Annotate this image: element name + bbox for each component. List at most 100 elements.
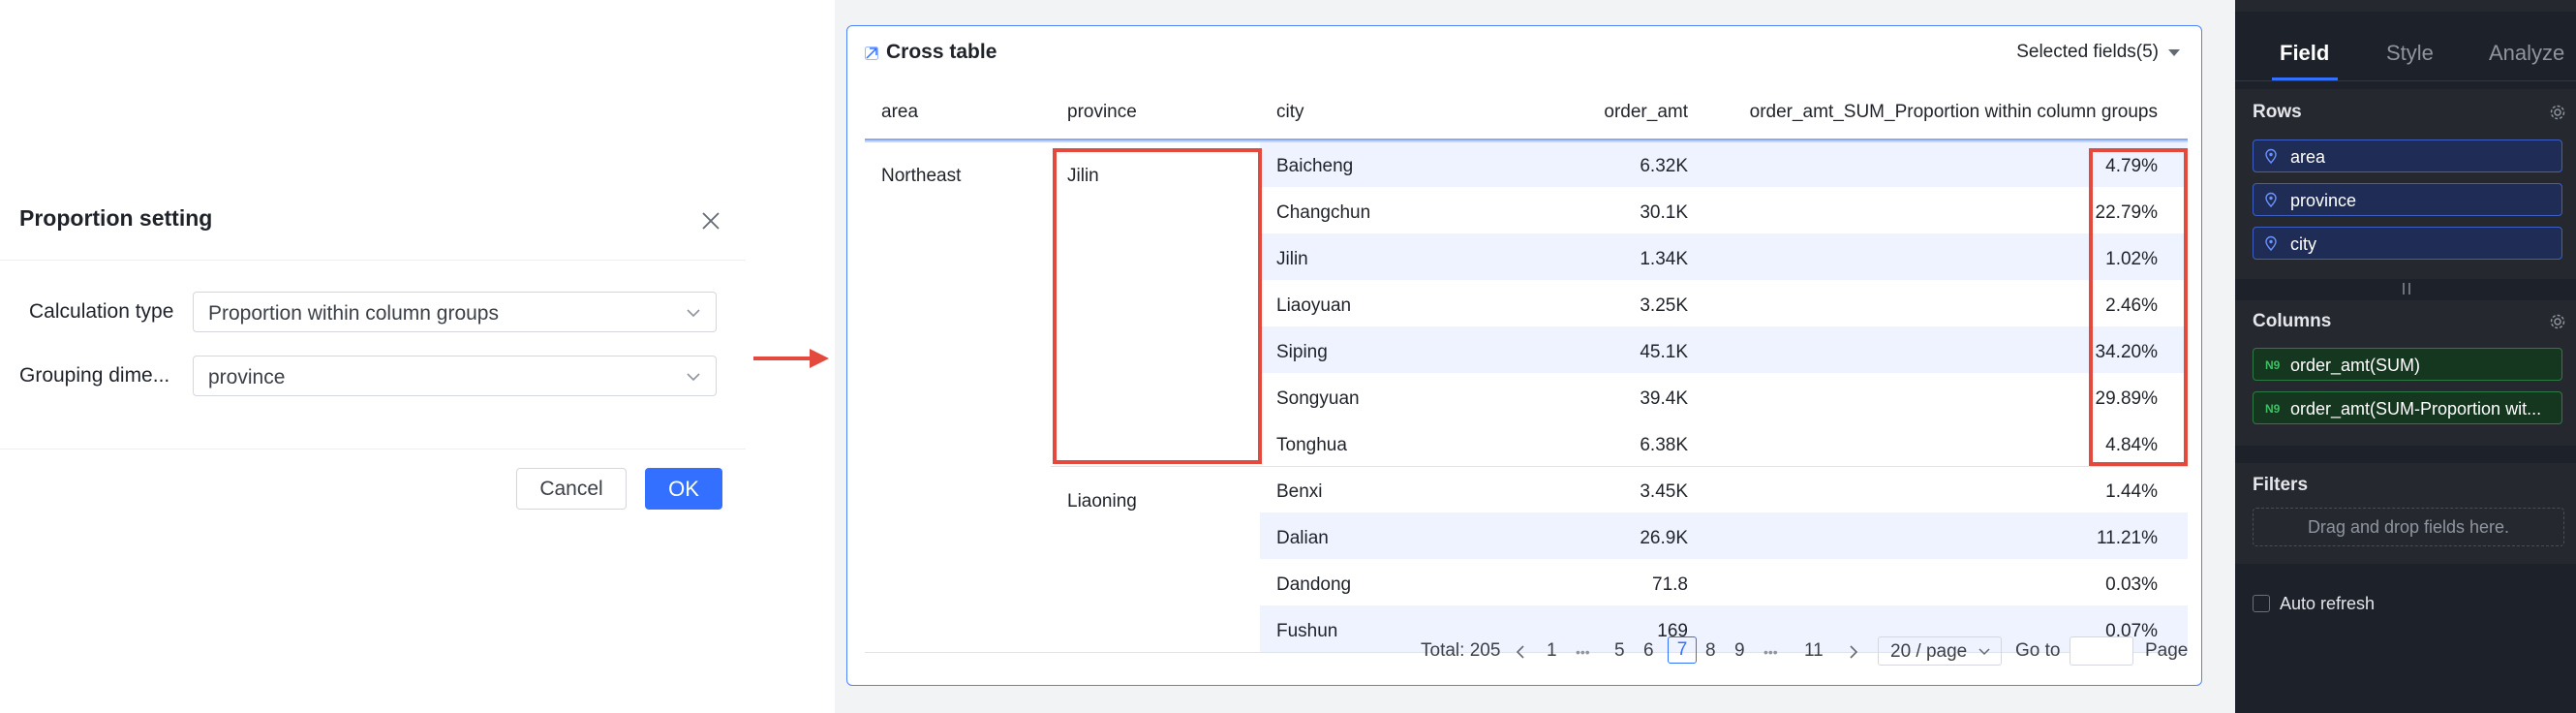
- page-ellipsis[interactable]: •••: [1763, 644, 1778, 660]
- ok-button[interactable]: OK: [645, 468, 722, 510]
- drop-hint: Drag and drop fields here.: [2307, 517, 2510, 537]
- proportion-setting-dialog: Proportion setting Calculation type Prop…: [0, 174, 746, 533]
- header-area[interactable]: area: [881, 102, 918, 123]
- page-9[interactable]: 9: [1734, 640, 1745, 662]
- order-amt-cell[interactable]: 45.1K: [1485, 342, 1688, 363]
- proportion-cell[interactable]: 0.03%: [2008, 574, 2158, 596]
- city-cell[interactable]: Dalian: [1276, 528, 1329, 549]
- city-cell[interactable]: Changchun: [1276, 202, 1370, 224]
- page-1[interactable]: 1: [1547, 640, 1557, 662]
- highlight-proportion-box: [2089, 148, 2188, 466]
- city-cell[interactable]: Tonghua: [1276, 435, 1347, 456]
- header-city[interactable]: city: [1276, 102, 1304, 123]
- location-pin-icon: [2265, 192, 2277, 207]
- header-province[interactable]: province: [1067, 102, 1137, 123]
- panel-top-strip: [2235, 0, 2576, 12]
- dialog-header-divider: [0, 260, 746, 261]
- order-amt-cell[interactable]: 1.34K: [1485, 249, 1688, 270]
- row-field-province[interactable]: province: [2253, 183, 2562, 216]
- city-cell[interactable]: Baicheng: [1276, 156, 1353, 177]
- chevron-down-icon: [1978, 648, 1990, 656]
- tab-field[interactable]: Field: [2280, 41, 2329, 66]
- page-8[interactable]: 8: [1705, 640, 1716, 662]
- group-divider: [1051, 466, 2188, 467]
- order-amt-cell[interactable]: 3.25K: [1485, 295, 1688, 317]
- property-panel: Field Style Analyze Rows area province c…: [2235, 0, 2576, 713]
- location-pin-icon: [2265, 148, 2277, 164]
- body-top-line: [865, 140, 2188, 142]
- order-amt-cell[interactable]: 3.45K: [1485, 481, 1688, 503]
- chevron-left-icon[interactable]: [1514, 644, 1527, 660]
- columns-title: Columns: [2253, 311, 2332, 331]
- measure-number-icon: N9: [2265, 402, 2281, 416]
- location-pin-icon: [2265, 235, 2277, 251]
- order-amt-cell[interactable]: 30.1K: [1485, 202, 1688, 224]
- column-field-order-amt-proportion[interactable]: N9 order_amt(SUM-Proportion wit...: [2253, 391, 2562, 424]
- chart-link-icon: [865, 46, 878, 60]
- row-field-city[interactable]: city: [2253, 227, 2562, 260]
- measure-number-icon: N9: [2265, 358, 2281, 372]
- city-cell[interactable]: Liaoyuan: [1276, 295, 1351, 317]
- page-size-select[interactable]: 20 / page: [1878, 636, 2002, 666]
- order-amt-cell[interactable]: 26.9K: [1485, 528, 1688, 549]
- page-6[interactable]: 6: [1643, 640, 1654, 662]
- chevron-down-icon: [687, 309, 700, 318]
- total-count: Total: 205: [1421, 640, 1501, 661]
- column-field-label: order_amt(SUM-Proportion wit...: [2290, 399, 2542, 418]
- page-label: Page: [2145, 640, 2189, 661]
- grouping-dimension-value: province: [208, 366, 286, 388]
- tab-analyze[interactable]: Analyze: [2489, 41, 2564, 66]
- gear-icon[interactable]: [2549, 104, 2566, 121]
- city-cell[interactable]: Benxi: [1276, 481, 1323, 503]
- pagination: Total: 205 1 ••• 5 6 7 8 9 ••• 11 20 / p…: [847, 636, 2203, 669]
- order-amt-cell[interactable]: 6.38K: [1485, 435, 1688, 456]
- proportion-cell[interactable]: 11.21%: [2008, 528, 2158, 549]
- filter-drop-zone[interactable]: Drag and drop fields here.: [2253, 508, 2564, 546]
- page-5[interactable]: 5: [1614, 640, 1625, 662]
- cancel-button[interactable]: Cancel: [516, 468, 627, 510]
- header-order-amt[interactable]: order_amt: [1485, 102, 1688, 123]
- order-amt-cell[interactable]: 39.4K: [1485, 388, 1688, 410]
- calculation-type-value: Proportion within column groups: [208, 302, 499, 325]
- province-cell[interactable]: Liaoning: [1067, 491, 1137, 512]
- goto-page-input[interactable]: [2070, 636, 2133, 666]
- proportion-cell[interactable]: 1.44%: [2008, 481, 2158, 503]
- dialog-footer-divider: [0, 449, 746, 450]
- row-field-area[interactable]: area: [2253, 140, 2562, 172]
- city-cell[interactable]: Dandong: [1276, 574, 1351, 596]
- page-11[interactable]: 11: [1804, 640, 1824, 662]
- city-cell[interactable]: Jilin: [1276, 249, 1308, 270]
- gear-icon[interactable]: [2549, 313, 2566, 330]
- cross-table-card[interactable]: Cross table Selected fields(5) area prov…: [846, 25, 2202, 686]
- order-amt-cell[interactable]: 71.8: [1485, 574, 1688, 596]
- tab-style[interactable]: Style: [2386, 41, 2434, 66]
- rows-title: Rows: [2253, 102, 2302, 122]
- page-ellipsis[interactable]: •••: [1576, 644, 1590, 660]
- calculation-type-label: Calculation type: [29, 300, 174, 323]
- grouping-dimension-select[interactable]: province: [193, 356, 717, 396]
- order-amt-cell[interactable]: 6.32K: [1485, 156, 1688, 177]
- page-size-value: 20 / page: [1890, 641, 1968, 662]
- calculation-type-select[interactable]: Proportion within column groups: [193, 292, 717, 332]
- row-field-label: city: [2290, 234, 2316, 254]
- goto-label: Go to: [2015, 640, 2061, 661]
- caret-down-icon: [2168, 49, 2180, 56]
- area-cell[interactable]: Northeast: [881, 166, 961, 187]
- chevron-down-icon: [687, 373, 700, 382]
- chevron-right-icon[interactable]: [1847, 644, 1860, 660]
- swap-rows-columns-icon[interactable]: [2400, 282, 2413, 295]
- highlight-province-box: [1053, 148, 1262, 464]
- card-title: Cross table: [886, 41, 997, 63]
- selected-fields-dropdown[interactable]: Selected fields(5): [2016, 42, 2159, 63]
- column-field-label: order_amt(SUM): [2290, 356, 2421, 375]
- column-field-order-amt-sum[interactable]: N9 order_amt(SUM): [2253, 348, 2562, 381]
- auto-refresh-label: Auto refresh: [2280, 594, 2376, 613]
- close-icon[interactable]: [699, 209, 722, 232]
- auto-refresh-checkbox[interactable]: [2253, 595, 2270, 612]
- grouping-dimension-label: Grouping dime...: [19, 364, 170, 387]
- city-cell[interactable]: Siping: [1276, 342, 1328, 363]
- arrow-right-icon: [753, 349, 829, 368]
- page-7-current[interactable]: 7: [1668, 636, 1697, 664]
- header-proportion[interactable]: order_amt_SUM_Proportion within column g…: [1717, 102, 2158, 123]
- city-cell[interactable]: Songyuan: [1276, 388, 1360, 410]
